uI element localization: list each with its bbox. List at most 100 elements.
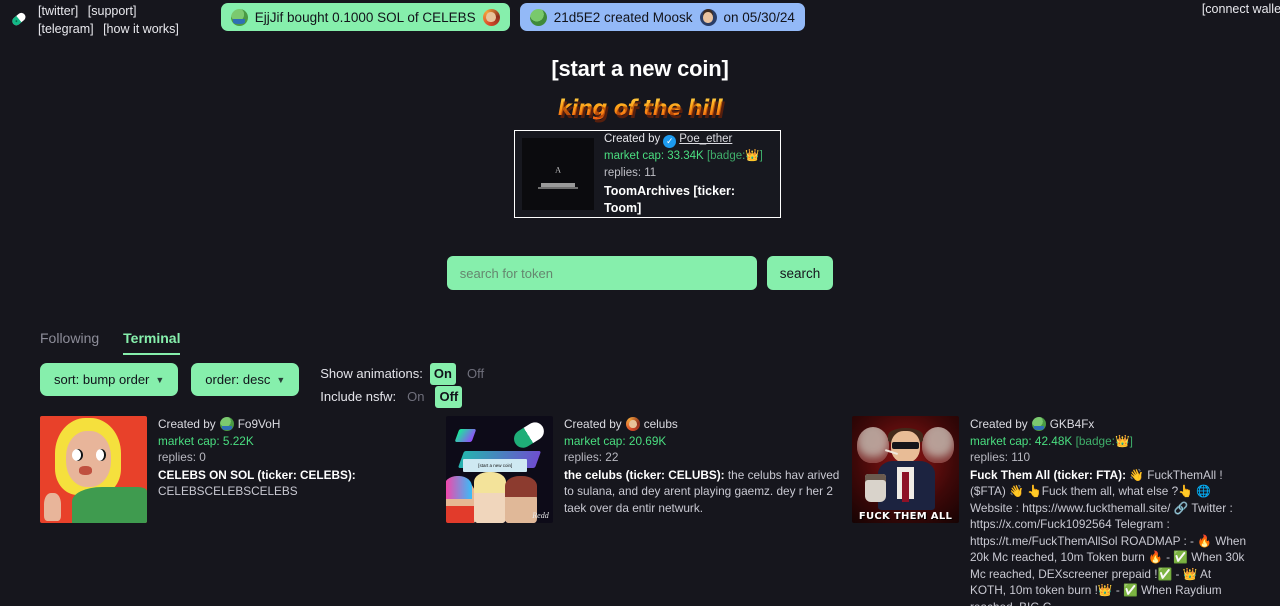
koth-market-cap: market cap: 33.34K [604,150,704,162]
koth-badge-open: [badge: [706,150,746,162]
koth-market-cap-row: market cap: 33.34K [badge:👑] [604,148,773,165]
activity-banner-create-text: 21d5E2 created Moosk [553,9,693,25]
coin-description: Fuck Them All (ticker: FTA): 👋 FuckThemA… [970,467,1250,606]
coin-description-text: 👋 FuckThemAll ! ($FTA) 👋 👆Fuck them all,… [970,467,1247,606]
coin-title: Fuck Them All (ticker: FTA): [970,467,1126,482]
girl-coin-icon [699,8,717,26]
pill-capsule-icon [12,12,26,26]
activity-banner-trade[interactable]: EjjJif bought 0.1000 SOL of CELEBS [220,3,510,31]
coin-title: the celubs (ticker: CELUBS): [564,467,725,482]
coin-created-by-label: Created by [564,417,622,431]
include-nsfw-toggle: Include nsfw: On Off [320,386,488,408]
pepe-avatar-icon [219,417,234,431]
show-animations-on-option[interactable]: On [429,363,456,385]
koth-creator-username[interactable]: Poe_ether [679,133,732,145]
nav-links-row-1: [twitter] [support] [38,2,179,20]
coin-description: CELEBS ON SOL (ticker: CELEBS): CELEBSCE… [158,467,438,500]
coin-market-cap-row: market cap: 42.48K [badge:👑] [970,433,1250,450]
celubs-group-thumbnail: [start a new coin] Redd [446,416,553,523]
koth-created-by-label: Created by [604,133,661,145]
coin-creator[interactable]: GKB4Fx [1050,417,1095,431]
koth-replies: replies: 11 [604,167,657,179]
toggle-group: Show animations: On Off Include nsfw: On… [320,363,488,409]
coin-created-by-row: Created by GKB4Fx [970,416,1250,433]
fuck-them-all-thumbnail: FUCK THEM ALL [852,416,959,523]
verified-badge-icon: ✓ [663,135,677,148]
coin-card[interactable]: FUCK THEM ALL Created by GKB4Fx market ca… [852,416,1250,606]
celebs-girl-thumbnail [40,416,147,523]
coin-creator[interactable]: celubs [644,417,678,431]
crown-icon: 👑 [745,150,760,162]
coin-card[interactable]: Created by Fo9VoH market cap: 5.22K repli… [40,416,438,606]
show-animations-label: Show animations: [320,366,423,381]
coin-replies: replies: 22 [564,450,619,464]
coin-card-body: Created by celubs market cap: 20.69K repl… [564,416,844,606]
activity-banner-create[interactable]: 21d5E2 created Moosk on 05/30/24 [519,3,805,31]
pepe-avatar-icon [230,8,248,26]
activity-banner-trade-text: EjjJif bought 0.1000 SOL of CELEBS [254,9,476,25]
tab-following[interactable]: Following [40,330,99,355]
chevron-down-icon: ▼ [276,374,286,385]
coin-created-by-row: Created by Fo9VoH [158,416,438,433]
coin-market-cap: market cap: 5.22K [158,433,254,448]
coin-grid: Created by Fo9VoH market cap: 5.22K repli… [40,416,1250,606]
coin-badge: [badge:👑] [1075,433,1133,448]
coin-card[interactable]: [start a new coin] Redd Created by celubs… [446,416,844,606]
order-dropdown[interactable]: order: desc ▼ [191,363,300,396]
nav-link-support[interactable]: [support] [88,4,137,18]
nav-link-how-it-works[interactable]: [how it works] [103,22,179,36]
nav-link-telegram[interactable]: [telegram] [38,22,94,36]
king-of-the-hill-card[interactable]: A Created by ✓ Poe_ether market cap: 33.34… [514,130,781,218]
king-of-the-hill-info: Created by ✓ Poe_ether market cap: 33.34K … [604,131,773,217]
tab-terminal[interactable]: Terminal [123,330,181,355]
nav-links: [twitter] [support] [telegram] [how it w… [38,2,179,38]
start-a-new-coin-link[interactable]: [start a new coin] [0,56,1280,82]
nav-link-twitter[interactable]: [twitter] [38,4,78,18]
koth-badge: [badge:👑] [707,150,763,162]
coin-description: the celubs (ticker: CELUBS): the celubs … [564,467,844,517]
thumbnail-bar-secondary [538,186,578,189]
include-nsfw-on-option[interactable]: On [403,386,428,408]
sort-dropdown-label: sort: bump order [54,372,150,387]
fire-avatar-icon [625,417,640,431]
coin-card-body: Created by GKB4Fx market cap: 42.48K [bad… [970,416,1250,606]
nav-links-row-2: [telegram] [how it works] [38,20,179,38]
coin-title: CELEBS ON SOL (ticker: CELEBS): [158,467,356,482]
coin-creator[interactable]: Fo9VoH [238,417,281,431]
search-row: search [0,256,1280,290]
search-button[interactable]: search [766,256,834,290]
show-animations-toggle: Show animations: On Off [320,363,488,385]
coin-description-text: CELEBSCELEBSCELEBS [158,484,298,498]
include-nsfw-off-option[interactable]: Off [435,386,463,408]
site-logo[interactable] [2,2,34,34]
koth-coin-name: ToomArchives [ticker: Toom] [604,184,736,215]
order-dropdown-label: order: desc [205,372,271,387]
pepe-avatar-icon [529,8,547,26]
king-of-the-hill-label: king of the hill [552,96,728,120]
feed-tabs: Following Terminal [40,330,181,355]
activity-banners: EjjJif bought 0.1000 SOL of CELEBS 21d5E… [220,3,805,31]
show-animations-off-option[interactable]: Off [463,363,488,385]
koth-badge-close: ] [759,150,763,162]
fire-coin-icon [482,8,500,26]
koth-created-by-row: Created by ✓ Poe_ether [604,131,773,148]
coin-market-cap: market cap: 42.48K [970,433,1073,448]
coin-replies: replies: 0 [158,450,206,464]
thumbnail-glyph: A [555,165,561,175]
sort-dropdown[interactable]: sort: bump order ▼ [40,363,179,396]
activity-banner-create-date: on 05/30/24 [723,9,795,25]
coin-replies: replies: 110 [970,450,1031,464]
coin-card-body: Created by Fo9VoH market cap: 5.22K repli… [158,416,438,606]
coin-created-by-label: Created by [970,417,1028,431]
king-of-the-hill-title: king of the hill [0,96,1280,120]
coin-market-cap: market cap: 20.69K [564,433,667,448]
search-input[interactable] [446,256,757,290]
feed-controls: sort: bump order ▼ order: desc ▼ Show an… [40,363,488,409]
connect-wallet-button[interactable]: [connect wallet] [1202,2,1280,16]
coin-created-by-label: Created by [158,417,216,431]
pepe-avatar-icon [1031,417,1046,431]
chevron-down-icon: ▼ [155,374,165,385]
include-nsfw-label: Include nsfw: [320,389,397,404]
top-bar: [twitter] [support] [telegram] [how it w… [0,0,1280,36]
lamp-thumbnail: A [522,138,594,210]
